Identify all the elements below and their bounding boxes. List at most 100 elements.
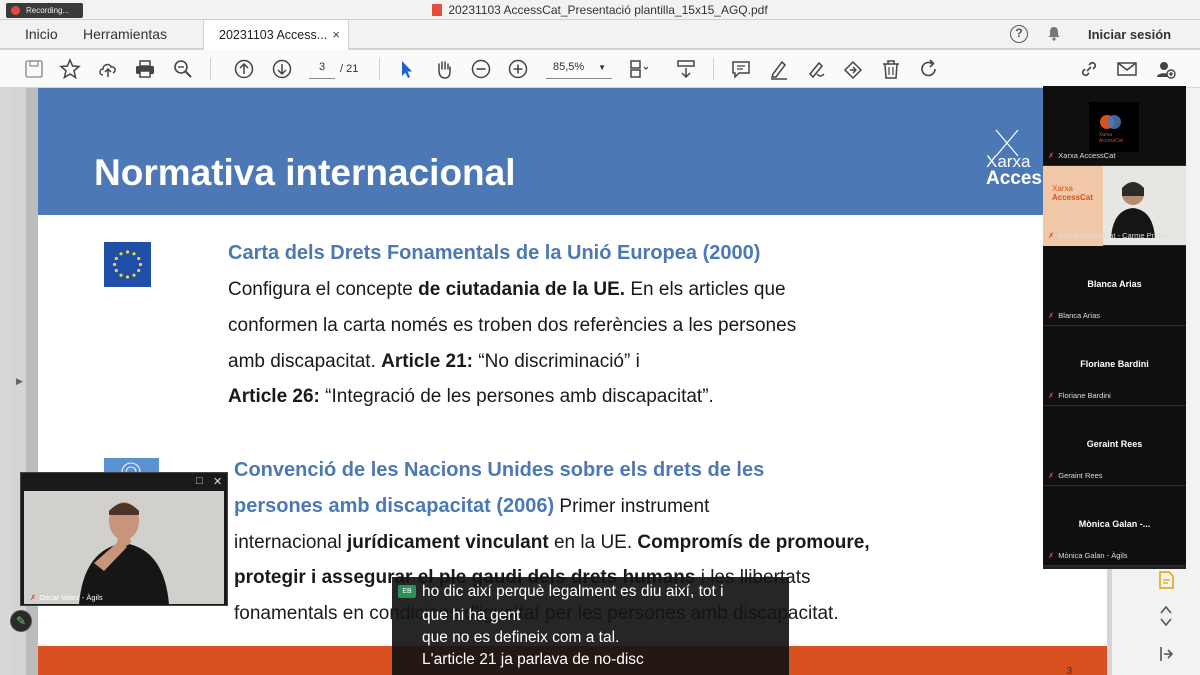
video-feed: ✗ Oscar Velez - Àgils (24, 491, 224, 604)
delete-trash-icon[interactable] (880, 58, 902, 80)
participant-name-tag: ✗ Blanca Arias (1048, 311, 1100, 320)
poster-logo-line2: AccessCat (1052, 193, 1093, 202)
maximize-icon[interactable]: □ (196, 475, 203, 487)
close-icon[interactable]: ✕ (213, 475, 222, 488)
chevron-down-icon[interactable] (1157, 612, 1175, 632)
participant-name: Xarxa AccessCat (1058, 151, 1116, 160)
section2-title-line2: persones amb discapacitat (2006) (234, 495, 555, 517)
section1-line3: amb discapacitat. Article 21: “No discri… (228, 351, 640, 373)
caption-line: ho dic així perquè legalment es diu així… (422, 583, 724, 600)
text-span: “Integració de les persones amb discapac… (319, 386, 714, 407)
tab-document-label: 20231103 Access... (219, 28, 328, 42)
video-window-titlebar[interactable]: □ ✕ (21, 473, 227, 490)
add-user-icon[interactable] (1154, 58, 1176, 80)
interpreter-video-image (24, 491, 224, 604)
participants-panel: Xarxa AccessCat ✗ Xarxa AccessCat Xarxa A… (1043, 86, 1186, 569)
text-span: internacional (234, 532, 348, 553)
section1-title: Carta dels Drets Fonamentals de la Unió … (228, 242, 761, 264)
zoom-in-icon[interactable] (507, 58, 529, 80)
participant-tile[interactable]: Blanca Arias ✗ Blanca Arias (1043, 246, 1186, 326)
participant-name: Xarxa AccessCat - Carme Pratde... (1058, 231, 1176, 240)
un-flag-icon (104, 458, 159, 472)
video-participant-name: Oscar Velez - Àgils (39, 593, 103, 602)
export-pdf-icon[interactable] (1157, 570, 1175, 590)
email-icon[interactable] (1116, 58, 1138, 80)
cloud-upload-icon[interactable] (97, 58, 119, 80)
participant-display-name: Floriane Bardini (1080, 359, 1149, 369)
menu-home[interactable]: Inicio (25, 26, 58, 42)
speaker-avatar-badge: EB (398, 585, 416, 598)
zoom-out-icon[interactable] (470, 58, 492, 80)
poster-logo-line1: Xarxa (1052, 184, 1073, 193)
pdf-toolbar: 3 / 21 85,5% ▼ (0, 50, 1200, 88)
toolbar-separator (210, 58, 211, 80)
print-icon[interactable] (134, 58, 156, 80)
hand-tool-icon[interactable] (433, 58, 455, 80)
text-span: Primer instrument (554, 496, 710, 517)
window-title-text: 20231103 AccessCat_Presentació plantilla… (448, 3, 768, 17)
collapse-panel-icon[interactable] (1157, 644, 1175, 664)
help-icon[interactable]: ? (1010, 25, 1028, 43)
share-link-icon[interactable] (1078, 58, 1100, 80)
bold-span: jurídicament vinculant (347, 532, 549, 553)
sign-in-link[interactable]: Iniciar sesión (1088, 27, 1171, 42)
participant-name: Geraint Rees (1058, 471, 1103, 480)
section1-line2: conformen la carta només es troben dos r… (228, 315, 797, 336)
section1-line4: Article 26: “Integració de les persones … (228, 386, 714, 408)
section2-line3: internacional jurídicament vinculant en … (234, 532, 870, 554)
text-span: en la UE. (548, 532, 638, 553)
participant-display-name: Blanca Arias (1087, 279, 1142, 289)
slide-page-number: 3 (1066, 666, 1072, 675)
zoom-search-icon[interactable] (172, 58, 194, 80)
participant-name-tag: ✗ Xarxa AccessCat - Carme Pratde... (1048, 231, 1175, 240)
scroll-mode-icon[interactable] (675, 58, 697, 80)
toolbar-separator (713, 58, 714, 80)
floating-video-window[interactable]: □ ✕ ✗ Oscar Velez - Àgils (20, 472, 228, 606)
draw-sign-icon[interactable] (805, 58, 827, 80)
bookmark-star-icon[interactable] (59, 58, 81, 80)
muted-mic-icon: ✗ (1048, 471, 1055, 480)
caption-line: L'article 21 ja parlava de no-disc (422, 651, 644, 668)
page-display-icon[interactable] (628, 58, 650, 80)
stamp-icon[interactable] (842, 58, 864, 80)
text-span: amb discapacitat. (228, 351, 382, 372)
window-title: 20231103 AccessCat_Presentació plantilla… (0, 3, 1200, 17)
expand-left-panel-icon[interactable]: ▶ (16, 376, 23, 387)
participant-name: Mònica Galan - Àgils (1058, 551, 1128, 560)
muted-mic-icon: ✗ (1048, 231, 1055, 240)
participant-tile[interactable]: Geraint Rees ✗ Geraint Rees (1043, 406, 1186, 486)
notifications-bell-icon[interactable] (1047, 26, 1061, 41)
menu-tools[interactable]: Herramientas (83, 26, 167, 42)
muted-mic-icon: ✗ (30, 593, 37, 602)
rotate-icon[interactable] (918, 58, 940, 80)
next-page-icon[interactable] (271, 58, 293, 80)
comment-icon[interactable] (730, 58, 752, 80)
bold-span: de ciutadania de la UE. (418, 279, 626, 300)
section2-line2: persones amb discapacitat (2006) Primer … (234, 495, 709, 518)
tab-document[interactable]: 20231103 Access... × (203, 20, 349, 50)
avatar-logo-line2: AccessCat (1099, 138, 1124, 144)
participant-tile[interactable]: Xarxa AccessCat ✗ Xarxa AccessCat - Carme… (1043, 166, 1186, 246)
muted-mic-icon: ✗ (1048, 551, 1055, 560)
participant-name: Floriane Bardini (1058, 391, 1111, 400)
participant-tile[interactable]: Xarxa AccessCat ✗ Xarxa AccessCat (1043, 86, 1186, 166)
page-total: / 21 (340, 63, 359, 75)
caption-line: que no es defineix com a tal. (422, 629, 620, 646)
select-cursor-icon[interactable] (396, 58, 418, 80)
close-tab-icon[interactable]: × (332, 27, 340, 42)
section2-title-line1: Convenció de les Nacions Unides sobre el… (234, 459, 765, 481)
participant-name: Blanca Arias (1058, 311, 1100, 320)
participant-display-name: Mònica Galan -... (1078, 519, 1151, 529)
zoom-level-select[interactable]: 85,5% ▼ (546, 61, 612, 79)
highlight-pen-icon[interactable] (768, 58, 790, 80)
previous-page-icon[interactable] (233, 58, 255, 80)
section1-line1: Configura el concepte de ciutadania de l… (228, 279, 786, 301)
edit-pencil-icon[interactable]: ✎ (10, 610, 32, 632)
chevron-down-icon: ▼ (598, 63, 606, 72)
page-number-input[interactable]: 3 (309, 61, 335, 79)
participant-tile[interactable]: Floriane Bardini ✗ Floriane Bardini (1043, 326, 1186, 406)
save-icon[interactable] (23, 58, 45, 80)
toolbar-separator (379, 58, 380, 80)
caption-line: que hi ha gent (422, 607, 521, 624)
participant-tile[interactable]: Mònica Galan -... ✗ Mònica Galan - Àgils (1043, 486, 1186, 566)
